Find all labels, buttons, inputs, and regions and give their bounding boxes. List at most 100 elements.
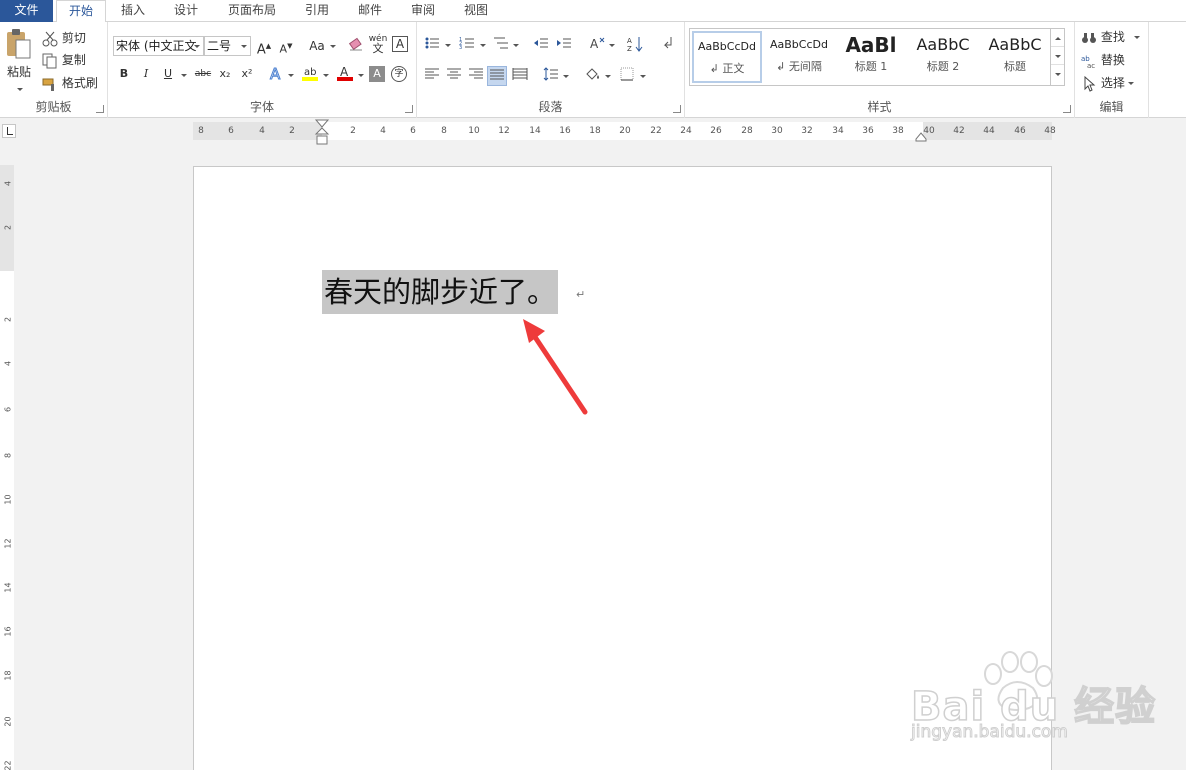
style-heading-1[interactable]: AaBl 标题 1 — [836, 31, 906, 83]
paste-button[interactable]: 粘贴 — [4, 28, 34, 92]
increase-indent-icon — [557, 38, 571, 48]
styles-scroll-up-icon[interactable] — [1051, 29, 1064, 47]
multilevel-list-dropdown-icon[interactable] — [513, 44, 519, 47]
replace-button[interactable]: ab ac 替换 — [1081, 50, 1125, 70]
distributed-button[interactable] — [510, 66, 530, 86]
style-no-spacing[interactable]: AaBbCcDd ↲ 无间隔 — [764, 31, 834, 83]
find-dropdown-icon[interactable] — [1134, 36, 1140, 39]
vertical-ruler[interactable]: 4 2 2 4 6 8 10 12 14 16 18 20 22 — [0, 165, 14, 770]
enclose-char-button[interactable]: 字 — [391, 66, 407, 82]
styles-launcher-icon[interactable] — [1063, 105, 1071, 113]
font-size-combo[interactable]: 二号 — [204, 36, 251, 56]
styles-scroll-down-icon[interactable] — [1051, 47, 1064, 65]
multilevel-list-icon — [494, 37, 508, 49]
hruler-tick-label: 6 — [410, 126, 416, 136]
style-heading-2[interactable]: AaBbC 标题 2 — [908, 31, 978, 83]
numbering-button[interactable]: 123 — [457, 35, 477, 55]
tab-review[interactable]: 审阅 — [400, 0, 446, 22]
format-painter-icon — [42, 78, 54, 91]
hruler-tick-label: 24 — [680, 126, 692, 136]
grow-font-button[interactable]: A▲ — [254, 36, 274, 57]
change-case-button[interactable]: Aa — [304, 36, 330, 56]
font-name-dropdown-icon[interactable] — [191, 37, 203, 55]
paragraph-launcher-icon[interactable] — [673, 105, 681, 113]
style-title[interactable]: AaBbC 标题 — [980, 31, 1050, 83]
align-right-button[interactable] — [466, 66, 486, 86]
right-indent-marker-icon[interactable] — [915, 132, 927, 142]
change-case-dropdown-icon[interactable] — [330, 45, 336, 48]
chinese-layout-dropdown-icon[interactable] — [609, 44, 615, 47]
tab-stop-selector[interactable] — [2, 124, 16, 138]
hruler-tick-label: 32 — [801, 126, 813, 136]
hruler-tick-label: 26 — [710, 126, 722, 136]
borders-button[interactable] — [617, 66, 637, 86]
hruler-tick-label: 4 — [380, 126, 386, 136]
tab-design[interactable]: 设计 — [163, 0, 209, 22]
align-left-button[interactable] — [422, 66, 442, 86]
numbering-icon: 123 — [459, 37, 474, 51]
chinese-layout-button[interactable]: A — [587, 35, 607, 55]
style-normal[interactable]: AaBbCcDd ↲ 正文 — [692, 31, 762, 83]
tab-home[interactable]: 开始 — [56, 0, 106, 23]
shrink-font-button[interactable]: A▼ — [276, 36, 296, 56]
borders-icon — [620, 67, 634, 81]
bold-button[interactable]: B — [114, 64, 134, 84]
tab-mailings[interactable]: 邮件 — [347, 0, 393, 22]
shading-button[interactable] — [583, 66, 603, 86]
indent-markers-icon[interactable] — [314, 119, 330, 149]
select-dropdown-icon[interactable] — [1128, 82, 1134, 85]
text-effects-dropdown-icon[interactable] — [288, 74, 294, 77]
bullets-button[interactable] — [422, 35, 442, 55]
increase-indent-button[interactable] — [554, 35, 574, 55]
select-button[interactable]: 选择 — [1081, 73, 1125, 93]
phonetic-guide-button[interactable]: wén 文 — [368, 34, 388, 54]
subscript-button[interactable]: x₂ — [215, 64, 235, 84]
superscript-button[interactable]: x² — [237, 64, 257, 84]
decrease-indent-button[interactable] — [531, 35, 551, 55]
strikethrough-button[interactable]: abc — [192, 64, 214, 84]
multilevel-list-button[interactable] — [491, 35, 511, 55]
styles-more-icon[interactable] — [1051, 65, 1064, 83]
borders-dropdown-icon[interactable] — [640, 75, 646, 78]
sort-button[interactable]: AZ — [625, 35, 645, 55]
highlight-dropdown-icon[interactable] — [323, 74, 329, 77]
tab-view[interactable]: 视图 — [453, 0, 499, 22]
underline-dropdown-icon[interactable] — [181, 74, 187, 77]
cut-button[interactable]: 剪切 — [42, 28, 86, 48]
font-name-combo[interactable]: 宋体 (中文正文 — [113, 36, 204, 56]
tab-file[interactable]: 文件 — [0, 0, 53, 22]
text-effects-button[interactable]: A — [266, 64, 286, 84]
selected-paragraph-text[interactable]: 春天的脚步近了。 — [322, 270, 559, 314]
style-normal-preview: AaBbCcDd — [698, 40, 756, 53]
font-color-dropdown-icon[interactable] — [358, 74, 364, 77]
paragraph-group: 123 A AZ 段落 — [417, 22, 685, 118]
highlight-button[interactable]: ab — [300, 64, 320, 84]
align-center-button[interactable] — [444, 66, 464, 86]
align-left-icon — [425, 68, 439, 79]
find-button[interactable]: 查找 — [1081, 27, 1125, 47]
tab-insert[interactable]: 插入 — [110, 0, 156, 22]
font-size-dropdown-icon[interactable] — [238, 37, 250, 55]
char-shading-button[interactable]: A — [369, 66, 385, 82]
copy-icon — [42, 53, 57, 68]
font-color-button[interactable]: A — [335, 64, 355, 84]
watermark-url: jingyan.baidu.com — [911, 722, 1069, 743]
justify-button[interactable] — [487, 66, 507, 86]
font-group-label: 字体 — [249, 100, 274, 114]
tab-references[interactable]: 引用 — [294, 0, 340, 22]
tab-page-layout[interactable]: 页面布局 — [222, 0, 282, 22]
line-spacing-button[interactable] — [541, 66, 561, 86]
clear-format-button[interactable] — [346, 36, 366, 56]
clipboard-launcher-icon[interactable] — [96, 105, 104, 113]
italic-button[interactable]: I — [136, 64, 156, 84]
show-marks-button[interactable] — [657, 35, 677, 55]
underline-button[interactable]: U — [158, 64, 178, 84]
char-border-button[interactable]: A — [392, 36, 408, 52]
numbering-dropdown-icon[interactable] — [480, 44, 486, 47]
copy-button[interactable]: 复制 — [42, 50, 86, 70]
format-painter-button[interactable]: 格式刷 — [42, 73, 98, 93]
shading-dropdown-icon[interactable] — [605, 75, 611, 78]
font-launcher-icon[interactable] — [405, 105, 413, 113]
line-spacing-dropdown-icon[interactable] — [563, 75, 569, 78]
bullets-dropdown-icon[interactable] — [445, 44, 451, 47]
